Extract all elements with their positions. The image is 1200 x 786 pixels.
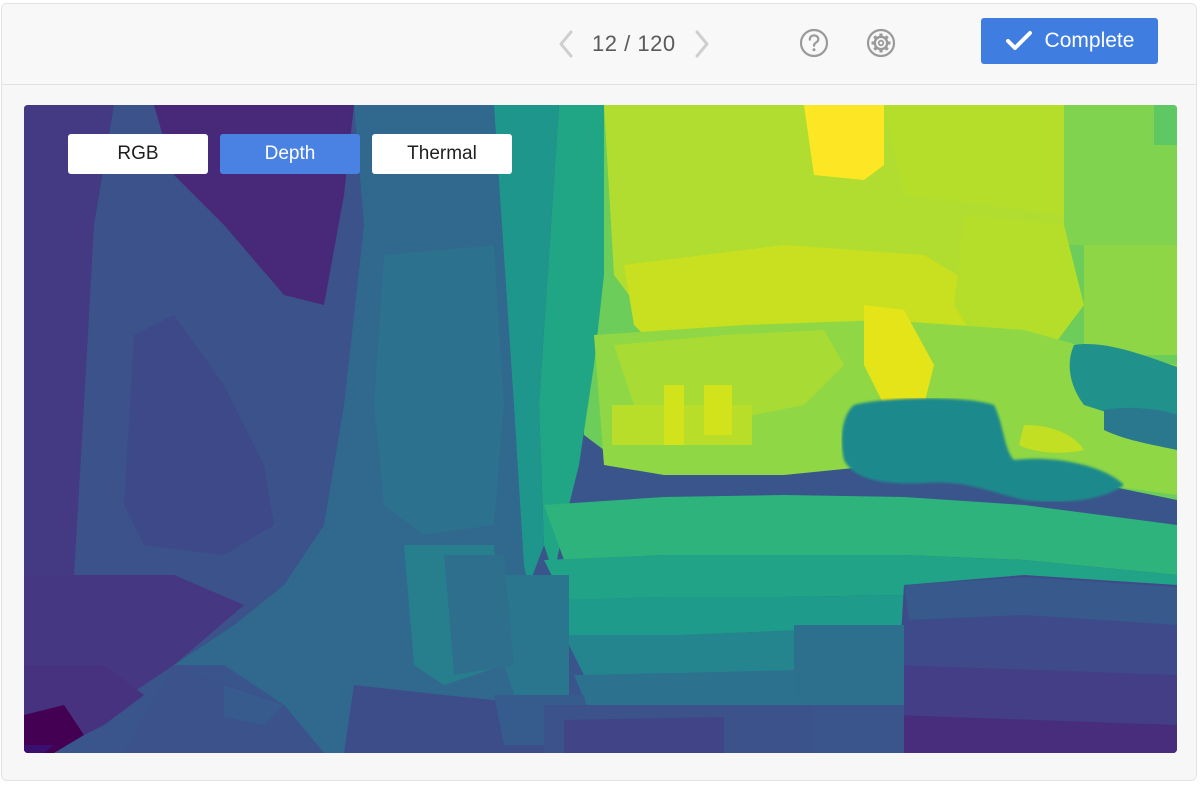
- view-mode-toggle: RGB Depth Thermal: [68, 134, 512, 174]
- help-button[interactable]: [797, 26, 831, 60]
- page-current: 12: [592, 31, 618, 56]
- complete-button[interactable]: Complete: [981, 18, 1158, 64]
- help-circle-icon: [799, 28, 829, 58]
- page-indicator: 12 / 120: [592, 31, 676, 57]
- settings-button[interactable]: [864, 26, 898, 60]
- page-total: 120: [637, 31, 676, 56]
- gear-icon: [866, 28, 896, 58]
- next-button[interactable]: [690, 26, 714, 62]
- checkmark-icon: [1005, 31, 1032, 50]
- complete-label: Complete: [1044, 29, 1135, 52]
- mode-rgb-button[interactable]: RGB: [68, 134, 208, 174]
- top-toolbar: 12 / 120 Complete: [2, 4, 1196, 85]
- pager: 12 / 120: [554, 24, 714, 64]
- page-separator: /: [624, 31, 631, 56]
- mode-thermal-button[interactable]: Thermal: [372, 134, 512, 174]
- prev-button[interactable]: [554, 26, 578, 62]
- chevron-left-icon: [559, 30, 573, 58]
- chevron-right-icon: [695, 30, 709, 58]
- depth-map-image: [24, 105, 1177, 753]
- mode-depth-button[interactable]: Depth: [220, 134, 360, 174]
- depth-image-viewer[interactable]: RGB Depth Thermal: [24, 105, 1177, 753]
- app-window: 12 / 120 Complete RGB Depth Thermal: [1, 3, 1197, 781]
